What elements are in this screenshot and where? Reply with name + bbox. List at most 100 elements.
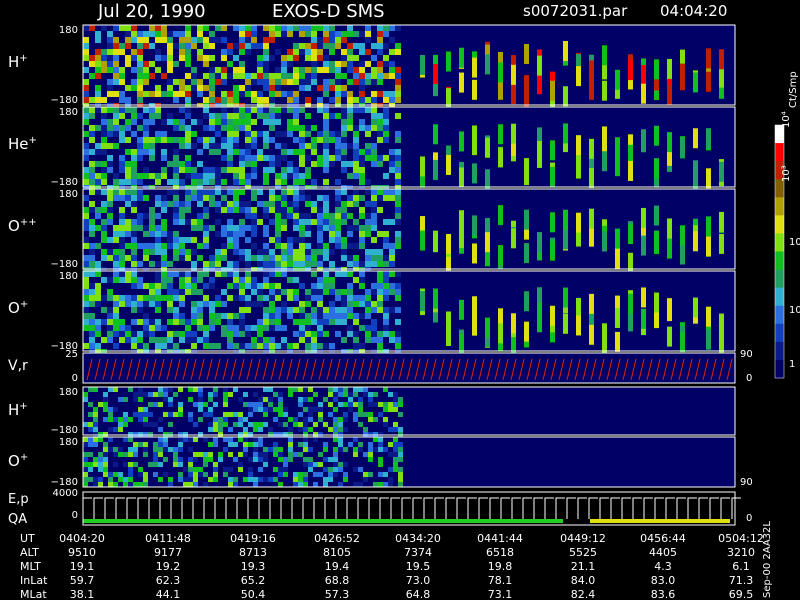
table-row-label: InLat xyxy=(20,574,48,587)
table-cell: 6518 xyxy=(486,546,514,559)
spectrogram-main xyxy=(82,24,736,109)
table-cell: 57.3 xyxy=(325,588,350,600)
panel-ymin-2: −180 xyxy=(51,259,78,270)
ep-rbot: 0 xyxy=(746,513,752,524)
table-cell: 0456:44 xyxy=(640,532,686,545)
vr-rtop: 90 xyxy=(740,349,753,360)
panel-ymax-2: 180 xyxy=(59,189,78,200)
lower-ymax-1: 180 xyxy=(59,437,78,448)
table-cell: 65.2 xyxy=(241,574,266,587)
lower-ymax-0: 180 xyxy=(59,387,78,398)
table-cell: 5525 xyxy=(569,546,597,559)
side-stamp: Sep-00 2AA32L xyxy=(762,521,773,598)
colorbar-swatch xyxy=(775,359,784,379)
table-row-label: MLat xyxy=(20,588,47,600)
spectrogram-main xyxy=(82,106,736,191)
exos-d-sms-spectrogram: Jul 20, 1990 EXOS-D SMS s0072031.par 04:… xyxy=(8,1,800,600)
table-cell: 19.3 xyxy=(241,560,266,573)
panel-label-3: O+ xyxy=(8,299,28,317)
colorbar-tick-4: 10⁴ xyxy=(781,111,792,128)
colorbar-tick-0: 1 xyxy=(789,359,795,370)
spectrogram-ep xyxy=(82,491,741,526)
colorbar-swatch xyxy=(775,251,784,271)
table-cell: 84.0 xyxy=(571,574,596,587)
colorbar-swatch xyxy=(775,215,784,234)
table-cell: 19.4 xyxy=(325,560,350,573)
table-cell: 64.8 xyxy=(406,588,431,600)
vr-label: V,r xyxy=(8,358,28,374)
table-cell: 71.3 xyxy=(729,574,754,587)
table-cell: 0404:20 xyxy=(59,532,105,545)
table-row-label: ALT xyxy=(20,546,39,559)
panel-ymax-0: 180 xyxy=(59,25,78,36)
table-cell: 19.2 xyxy=(156,560,181,573)
table-cell: 0426:52 xyxy=(314,532,360,545)
orbit-parameter-table: UT 0404:20 0411:48 0419:16 0426:52 0434:20 044… xyxy=(20,532,764,600)
colorbar-swatch xyxy=(775,233,784,252)
table-cell: 21.1 xyxy=(571,560,596,573)
spectrogram-panels xyxy=(82,24,741,526)
table-cell: 59.7 xyxy=(70,574,95,587)
colorbar-tick-2: 100 xyxy=(789,237,800,248)
vr-ytop: 25 xyxy=(65,349,78,360)
header-instrument: EXOS-D SMS xyxy=(272,1,385,22)
table-cell: 19.1 xyxy=(70,560,95,573)
lower-ymin-1: −180 xyxy=(51,477,78,488)
ep-label: E,p xyxy=(8,492,29,507)
table-cell: 83.6 xyxy=(651,588,676,600)
qa-label: QA xyxy=(8,512,27,527)
table-cell: 0504:12 xyxy=(718,532,764,545)
colorbar-swatch xyxy=(775,323,784,343)
colorbar-swatch xyxy=(775,287,784,307)
header-time: 04:04:20 xyxy=(660,2,727,20)
panel-ymax-1: 180 xyxy=(59,107,78,118)
spectrogram-main xyxy=(82,270,736,355)
colorbar-tick-3: 10³ xyxy=(781,165,792,182)
header-date: Jul 20, 1990 xyxy=(97,1,206,22)
table-cell: 9510 xyxy=(68,546,96,559)
spectrogram-vr xyxy=(82,352,736,384)
colorbar-swatch xyxy=(775,197,784,216)
ep-ybot: 0 xyxy=(72,510,78,521)
header-file: s0072031.par xyxy=(523,2,628,20)
table-cell: 68.8 xyxy=(325,574,350,587)
table-cell: 73.0 xyxy=(406,574,431,587)
colorbar-swatch xyxy=(775,341,784,361)
table-cell: 7374 xyxy=(404,546,432,559)
ep-ytop: 4000 xyxy=(53,488,78,499)
panel-label-0: H+ xyxy=(8,53,28,71)
table-cell: 0434:20 xyxy=(395,532,441,545)
vr-ybot: 0 xyxy=(72,373,78,384)
table-cell: 82.4 xyxy=(571,588,596,600)
table-row-label: UT xyxy=(20,532,35,545)
lower-label-1: O+ xyxy=(8,452,28,470)
colorbar-swatch xyxy=(775,269,784,289)
table-cell: 0411:48 xyxy=(145,532,191,545)
lower-right-1: 90 xyxy=(740,477,753,488)
table-cell: 69.5 xyxy=(729,588,754,600)
table-cell: 19.5 xyxy=(406,560,431,573)
lower-ymin-0: −180 xyxy=(51,425,78,436)
panel-label-2: O++ xyxy=(8,217,37,235)
table-cell: 4405 xyxy=(649,546,677,559)
table-cell: 78.1 xyxy=(488,574,513,587)
table-cell: 8105 xyxy=(323,546,351,559)
table-cell: 19.8 xyxy=(488,560,513,573)
table-cell: 50.4 xyxy=(241,588,266,600)
table-cell: 44.1 xyxy=(156,588,181,600)
panel-ymax-3: 180 xyxy=(59,271,78,282)
table-cell: 0419:16 xyxy=(230,532,276,545)
table-cell: 0449:12 xyxy=(560,532,606,545)
colorbar-swatch xyxy=(775,305,784,325)
table-row-label: MLT xyxy=(20,560,41,573)
vr-rbot: 0 xyxy=(746,373,752,384)
table-cell: 62.3 xyxy=(156,574,181,587)
spectrogram-low xyxy=(82,436,736,488)
colorbar-swatch xyxy=(775,143,784,162)
table-cell: 73.1 xyxy=(488,588,513,600)
table-cell: 38.1 xyxy=(70,588,95,600)
table-cell: 9177 xyxy=(154,546,182,559)
table-cell: 83.0 xyxy=(651,574,676,587)
table-cell: 0441:44 xyxy=(477,532,523,545)
color-scale-bar: 1 10 100 10³ 10⁴ xyxy=(774,111,800,379)
